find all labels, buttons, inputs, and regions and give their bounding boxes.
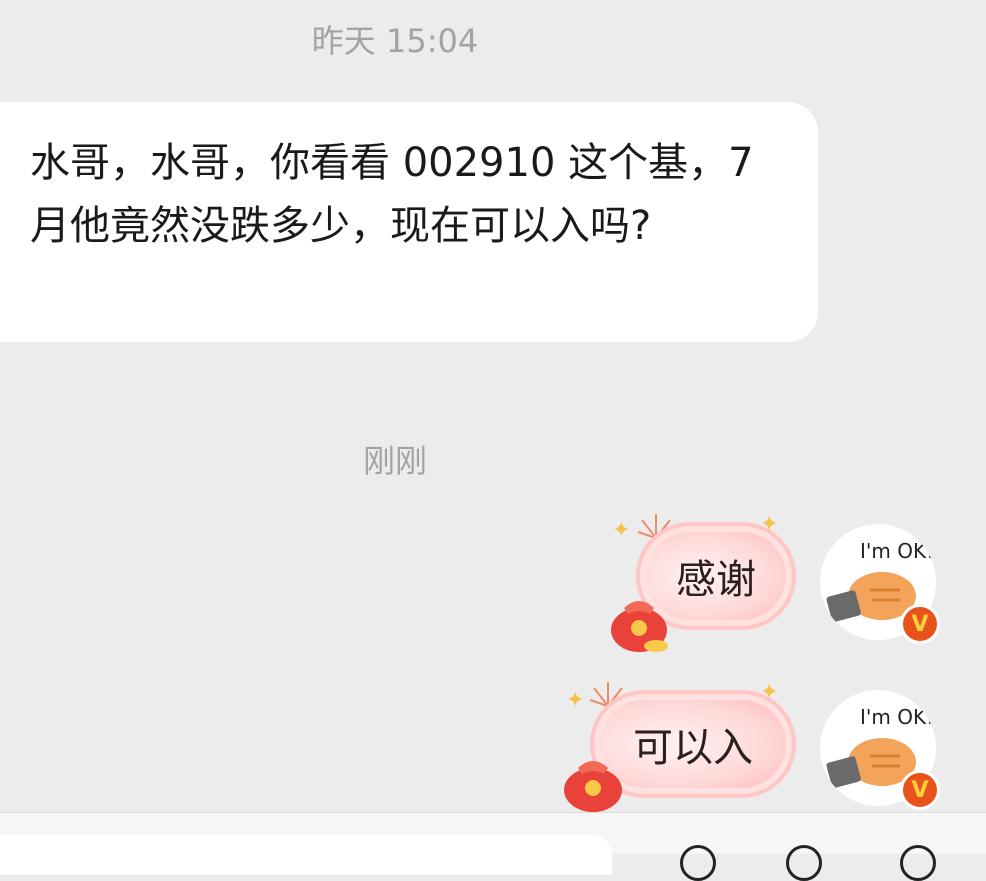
timestamp-yesterday: 昨天 15:04	[311, 22, 479, 60]
verified-badge-icon: V	[900, 770, 940, 810]
red-lucky-bag-icon	[564, 761, 622, 812]
input-toolbar	[0, 812, 986, 881]
star-sparkle-icon: ✦	[760, 512, 779, 537]
add-icon[interactable]	[900, 845, 936, 881]
message-input[interactable]	[0, 835, 612, 875]
star-sparkle-icon: ✦	[612, 518, 631, 543]
avatar-caption: I'm OK!	[860, 705, 934, 729]
red-lucky-bag-icon	[611, 601, 668, 652]
avatar-caption: I'm OK!	[860, 539, 934, 563]
star-sparkle-icon: ✦	[760, 680, 779, 705]
emoji-icon[interactable]	[786, 845, 822, 881]
voice-icon[interactable]	[680, 845, 716, 881]
timestamp-just-now: 刚刚	[362, 442, 427, 480]
star-sparkle-icon: ✦	[566, 688, 585, 713]
verified-badge-icon: V	[900, 604, 940, 644]
incoming-message-bubble[interactable]: 水哥，水哥，你看看 002910 这个基，7月他竟然没跌多少，现在可以入吗?	[0, 102, 818, 342]
